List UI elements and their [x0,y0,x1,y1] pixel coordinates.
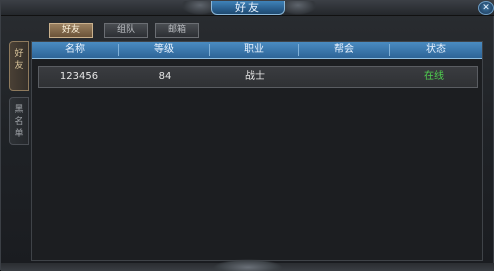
side-tab-label-char: 友 [14,61,24,71]
column-header-level: 等级 [154,44,174,55]
table-header: 名称 等级 职业 帮会 状态 [32,42,482,59]
friend-status: 在线 [424,71,444,82]
friends-window: 好友 ✕ 好友 组队 邮箱 好 友 黑 名 单 名称 等级 职业 帮会 状态 1… [0,0,494,271]
bottom-ornament [213,259,283,271]
side-tab-label-char: 单 [14,129,24,139]
tab-team[interactable]: 组队 [104,23,148,38]
tab-friends[interactable]: 好友 [49,23,93,38]
close-button[interactable]: ✕ [478,1,494,15]
friend-name: 123456 [59,71,99,82]
column-header-status: 状态 [426,44,446,55]
side-tab-label-char: 名 [14,117,24,127]
column-header-guild: 帮会 [334,44,354,55]
side-tab-blacklist[interactable]: 黑 名 单 [9,97,29,145]
close-icon: ✕ [482,3,490,13]
friend-level: 84 [158,71,172,82]
friend-class: 战士 [245,71,265,82]
column-header-class: 职业 [244,44,264,55]
table-row[interactable]: 123456 84 战士 在线 [38,66,478,88]
friend-list-panel: 名称 等级 职业 帮会 状态 123456 84 战士 在线 [31,41,483,261]
side-tab-label-char: 好 [14,49,24,59]
side-tab-friends[interactable]: 好 友 [9,41,29,91]
friend-guild [300,67,390,87]
tab-mailbox[interactable]: 邮箱 [155,23,199,38]
column-header-name: 名称 [65,44,85,55]
side-tab-label-char: 黑 [14,105,24,115]
window-title: 好友 [211,1,285,15]
window-title-bar[interactable]: 好友 ✕ [1,1,494,16]
